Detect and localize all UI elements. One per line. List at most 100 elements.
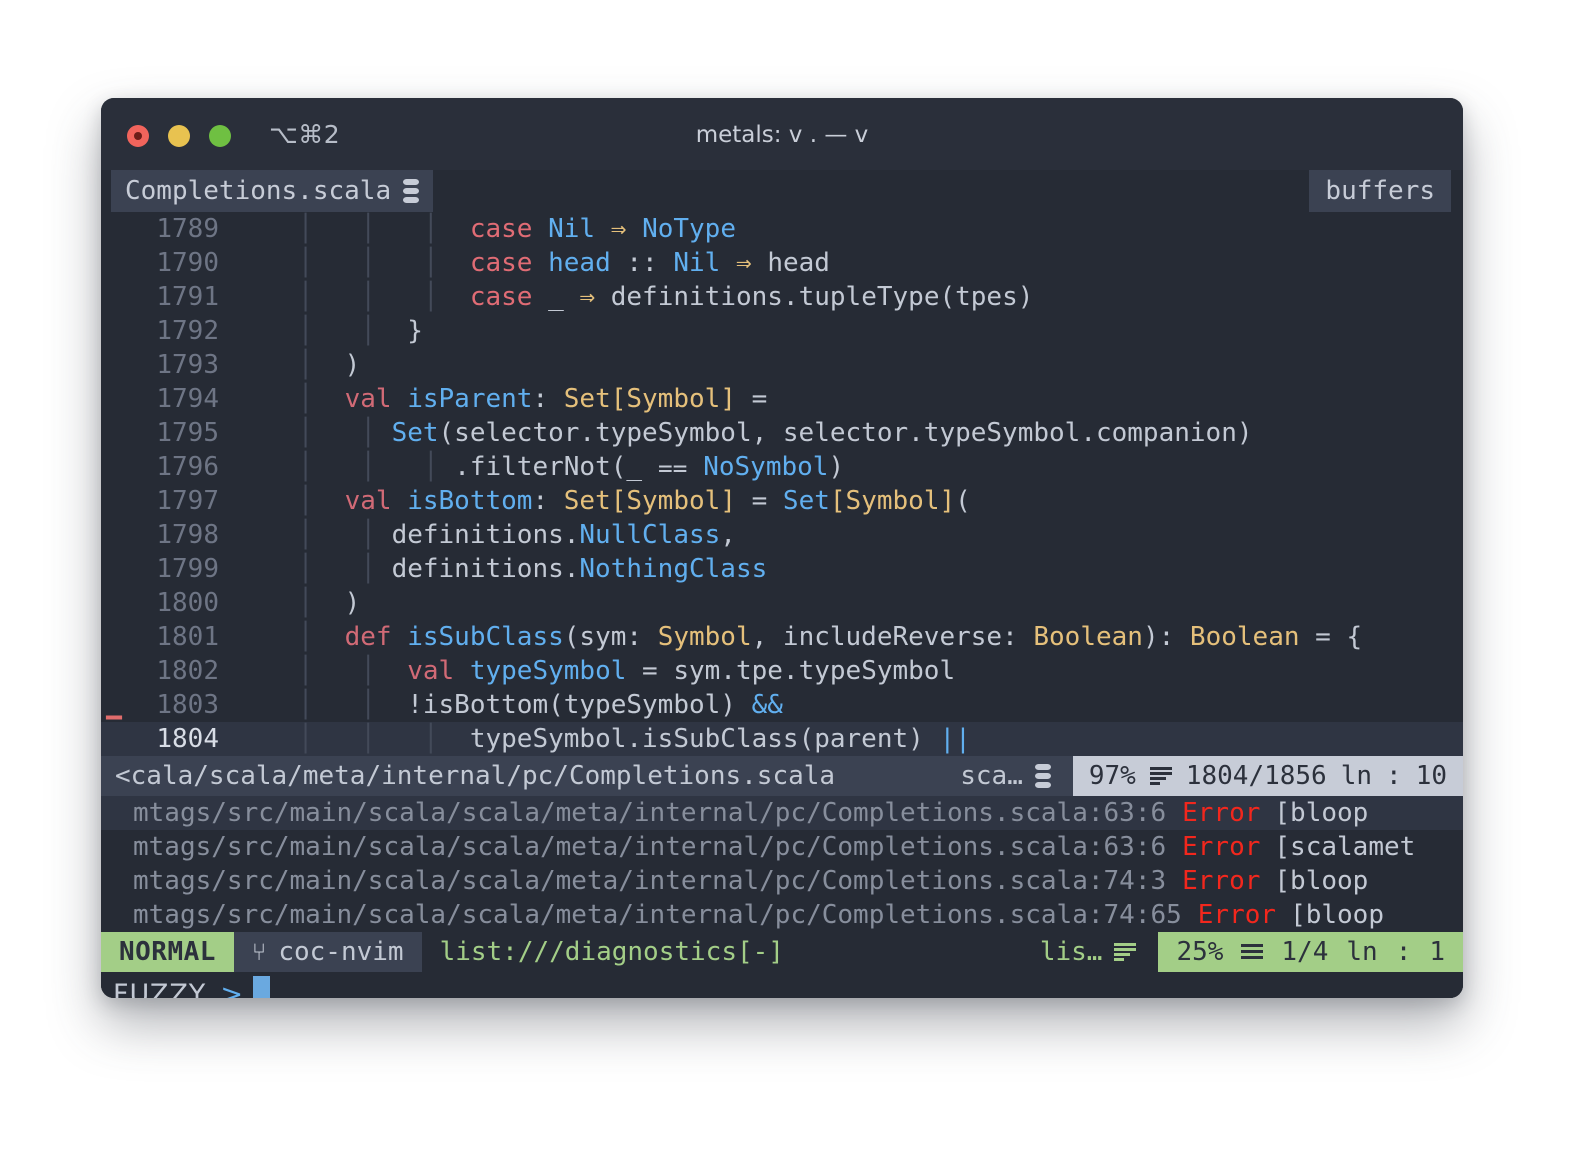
- diagnostic-row[interactable]: mtags/src/main/scala/scala/meta/internal…: [101, 796, 1463, 830]
- lines-icon: [1114, 943, 1137, 961]
- diagnostic-source: [scalamet: [1274, 832, 1416, 862]
- text-cursor: [252, 976, 270, 998]
- lines-icon: [1149, 767, 1172, 785]
- statusline-position-block: 25% 1/4 ln : 1: [1158, 932, 1463, 972]
- window-title: metals: v . — v: [695, 122, 869, 148]
- diagnostic-severity: Error: [1182, 798, 1261, 828]
- code-line[interactable]: 1801 │ def isSubClass(sym: Symbol, inclu…: [101, 620, 1463, 654]
- scala-icon: [403, 179, 420, 203]
- buffer-position-block: 97% 1804/1856 ln : 10: [1072, 756, 1463, 796]
- line-number: 1794: [156, 384, 219, 414]
- diagnostic-source: [bloop: [1290, 900, 1384, 930]
- statusline-filetype-label: lis…: [1039, 937, 1103, 967]
- line-number: 1795: [156, 418, 219, 448]
- code-line[interactable]: ▁ 1803 │ │ !isBottom(typeSymbol) &&: [101, 688, 1463, 722]
- code-line[interactable]: 1798 │ │ definitions.NullClass,: [101, 518, 1463, 552]
- statusline-line-ratio: 1/4: [1281, 937, 1329, 967]
- line-number: 1793: [156, 350, 219, 380]
- diagnostic-severity: Error: [1182, 832, 1261, 862]
- code-line[interactable]: 1797 │ val isBottom: Set[Symbol] = Set[S…: [101, 484, 1463, 518]
- code-line-text: │ val isBottom: Set[Symbol] = Set[Symbol…: [297, 486, 971, 516]
- diagnostic-severity: Error: [1182, 866, 1261, 896]
- line-number: 1789: [156, 214, 219, 244]
- code-line[interactable]: 1789 │ │ │ case Nil ⇒ NoType: [101, 212, 1463, 246]
- statusline-file: list:///diagnostics[-]: [439, 937, 784, 967]
- line-number: 1797: [156, 486, 219, 516]
- git-branch-label: coc-nvim: [278, 937, 404, 967]
- code-line[interactable]: 1790 │ │ │ case head :: Nil ⇒ head: [101, 246, 1463, 280]
- line-number: 1801: [156, 622, 219, 652]
- git-branch-icon: ⑂: [251, 938, 267, 966]
- code-line-text: │ │ │ .filterNot(_ ⩵ NoSymbol): [297, 452, 845, 482]
- statusline-colon: :: [1395, 937, 1412, 967]
- line-number: 1792: [156, 316, 219, 346]
- code-line[interactable]: 1792 │ │ }: [101, 314, 1463, 348]
- statusline-scroll-percent: 25%: [1176, 937, 1224, 967]
- buffer-statusline: <cala/scala/meta/internal/pc/Completions…: [101, 756, 1463, 796]
- line-number: 1802: [156, 656, 219, 686]
- tab-completions-scala[interactable]: Completions.scala: [111, 170, 434, 212]
- code-editor-pane[interactable]: 1789 │ │ │ case Nil ⇒ NoType 1790 │ │ │ c…: [101, 212, 1463, 756]
- diagnostic-path: mtags/src/main/scala/scala/meta/internal…: [133, 866, 1167, 896]
- mode-statusline: NORMAL ⑂ coc-nvim list:///diagnostics[-]…: [101, 932, 1463, 972]
- line-number: 1800: [156, 588, 219, 618]
- fuzzy-prompt-bar[interactable]: FUZZY >: [101, 972, 1463, 998]
- hamburger-icon: [1241, 944, 1264, 960]
- buffer-colon: :: [1386, 761, 1402, 791]
- line-number: 1796: [156, 452, 219, 482]
- code-line-text: │ │ Set(selector.typeSymbol, selector.ty…: [297, 418, 1253, 448]
- fuzzy-label: FUZZY: [113, 978, 207, 999]
- code-line[interactable]: 1796 │ │ │ .filterNot(_ ⩵ NoSymbol): [101, 450, 1463, 484]
- code-line-text: │ ): [297, 350, 361, 380]
- fuzzy-prompt-chevron: >: [220, 978, 243, 999]
- code-line[interactable]: 1799 │ │ definitions.NothingClass: [101, 552, 1463, 586]
- buffer-path: <cala/scala/meta/internal/pc/Completions…: [115, 761, 836, 791]
- buffer-column: 10: [1415, 761, 1447, 791]
- tabline: Completions.scala buffers: [101, 170, 1463, 212]
- code-line-text: │ │ val typeSymbol = sym.tpe.typeSymbol: [297, 656, 956, 686]
- statusline-ln-label: ln: [1346, 937, 1378, 967]
- diagnostic-source: [bloop: [1274, 798, 1369, 828]
- code-line-text: │ val isParent: Set[Symbol] =: [297, 384, 783, 414]
- code-line-text: │ │ !isBottom(typeSymbol) &&: [297, 690, 783, 720]
- buffer-line-ratio: 1804/1856: [1185, 761, 1327, 791]
- buffer-filetype-label: sca…: [960, 761, 1023, 791]
- code-line-text: │ ): [297, 588, 361, 618]
- scala-icon: [1034, 764, 1051, 788]
- diagnostic-path: mtags/src/main/scala/scala/meta/internal…: [133, 832, 1167, 862]
- code-line-text: │ def isSubClass(sym: Symbol, includeRev…: [297, 622, 1363, 652]
- buffer-ln-label: ln: [1340, 761, 1373, 791]
- code-line[interactable]: 1804 │ │ │ typeSymbol.isSubClass(parent)…: [101, 722, 1463, 756]
- code-line[interactable]: 1794 │ val isParent: Set[Symbol] =: [101, 382, 1463, 416]
- diagnostic-row[interactable]: mtags/src/main/scala/scala/meta/internal…: [101, 830, 1463, 864]
- tab-buffers[interactable]: buffers: [1309, 170, 1451, 212]
- line-number: 1791: [156, 282, 219, 312]
- line-number: 1799: [156, 554, 219, 584]
- code-line[interactable]: 1791 │ │ │ case _ ⇒ definitions.tupleTyp…: [101, 280, 1463, 314]
- statusline-filetype: lis…: [1040, 937, 1159, 967]
- terminal-body: Completions.scala buffers 1789 │ │ │ cas…: [101, 170, 1463, 998]
- line-number: 1803: [156, 690, 219, 720]
- code-line-text: │ │ definitions.NothingClass: [297, 554, 768, 584]
- status-badge-mode: NORMAL: [101, 932, 234, 972]
- code-line-text: │ │ │ case Nil ⇒ NoType: [297, 214, 736, 244]
- diagnostic-severity: Error: [1197, 900, 1277, 930]
- code-line[interactable]: 1795 │ │ Set(selector.typeSymbol, select…: [101, 416, 1463, 450]
- diagnostic-path: mtags/src/main/scala/scala/meta/internal…: [133, 900, 1182, 930]
- window-titlebar: ⌥⌘2 metals: v . — v: [101, 98, 1463, 170]
- code-line-text: │ │ definitions.NullClass,: [297, 520, 736, 550]
- statusline-column: 1: [1429, 937, 1445, 967]
- code-line[interactable]: 1793 │ ): [101, 348, 1463, 382]
- code-line-text: │ │ │ case _ ⇒ definitions.tupleType(tpe…: [297, 282, 1034, 312]
- code-line-text: │ │ │ typeSymbol.isSubClass(parent) ||: [297, 724, 971, 754]
- diagnostics-list[interactable]: mtags/src/main/scala/scala/meta/internal…: [101, 796, 1463, 932]
- sign-column-marker: ▁: [106, 690, 122, 720]
- terminal-window: ⌥⌘2 metals: v . — v Completions.scala bu…: [101, 98, 1463, 998]
- git-branch-block[interactable]: ⑂ coc-nvim: [233, 932, 422, 972]
- diagnostic-row[interactable]: mtags/src/main/scala/scala/meta/internal…: [101, 898, 1463, 932]
- code-line[interactable]: 1800 │ ): [101, 586, 1463, 620]
- diagnostic-row[interactable]: mtags/src/main/scala/scala/meta/internal…: [101, 864, 1463, 898]
- buffer-scroll-percent: 97%: [1088, 761, 1136, 791]
- code-line[interactable]: 1802 │ │ val typeSymbol = sym.tpe.typeSy…: [101, 654, 1463, 688]
- line-number: 1804: [156, 724, 219, 754]
